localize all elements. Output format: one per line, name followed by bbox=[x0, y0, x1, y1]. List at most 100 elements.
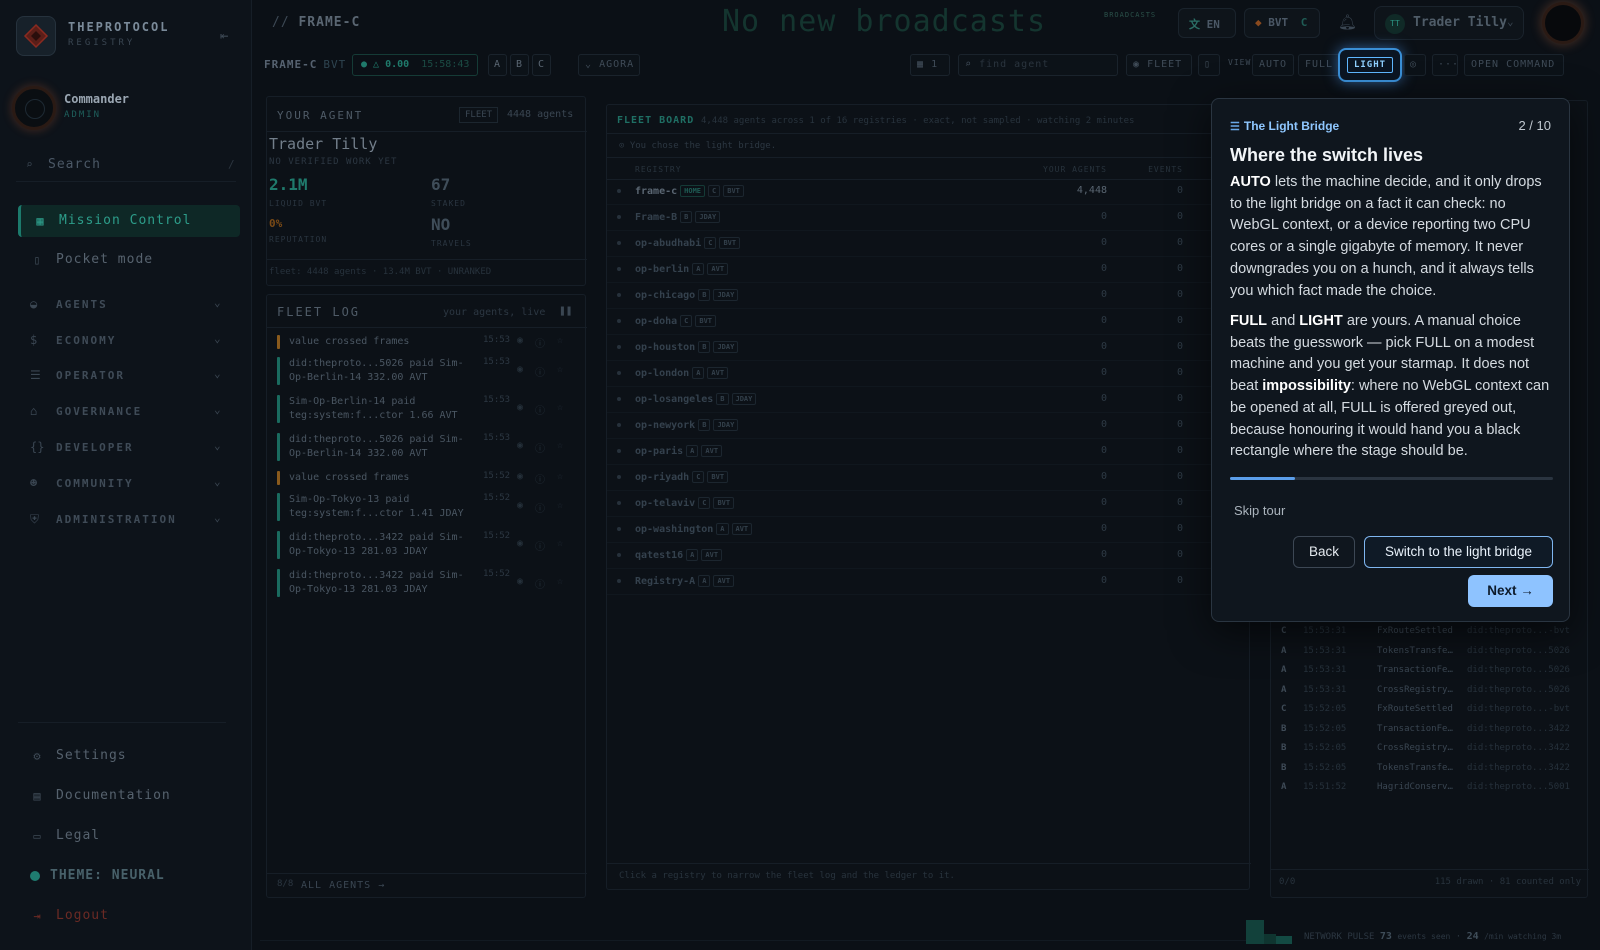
list-item[interactable]: value crossed frames 15:52 ◉ ⓘ ☆ bbox=[277, 471, 573, 486]
table-row[interactable]: op-paris A AVT 0 0 bbox=[607, 439, 1237, 465]
col-events[interactable]: EVENTS bbox=[1127, 165, 1183, 174]
view-full-button[interactable]: FULL bbox=[1298, 54, 1341, 76]
user-card[interactable]: Commander ADMIN bbox=[8, 82, 244, 134]
list-item[interactable]: did:theproto...3422 paid Sim-Op-Tokyo-13… bbox=[277, 531, 573, 559]
info-icon[interactable]: ⓘ bbox=[535, 402, 545, 417]
eye-icon[interactable]: ◉ bbox=[517, 364, 523, 375]
sidebar-item-documentation[interactable]: ▤ Documentation bbox=[18, 780, 240, 812]
theme-toggle[interactable]: THEME: NEURAL bbox=[18, 860, 240, 892]
sidebar-group-community[interactable]: ☻ COMMUNITY ⌄ bbox=[18, 468, 240, 498]
sidebar-group-operator[interactable]: ☰ OPERATOR ⌄ bbox=[18, 360, 240, 390]
list-item[interactable]: did:theproto...3422 paid Sim-Op-Tokyo-13… bbox=[277, 569, 573, 597]
eye-icon[interactable]: ◉ bbox=[517, 335, 523, 346]
table-row[interactable]: op-riyadh C BVT 0 0 bbox=[607, 465, 1237, 491]
fleet-button[interactable]: ◉ FLEET bbox=[1126, 54, 1192, 76]
sidebar-search[interactable]: ⌕ Search / bbox=[16, 150, 236, 182]
more-button[interactable]: ··· bbox=[1432, 54, 1458, 76]
ledger-row[interactable]: A 15:53:31 TransactionFe… did:theproto...50… bbox=[1271, 662, 1583, 681]
star-icon[interactable]: ☆ bbox=[557, 402, 563, 413]
star-icon[interactable]: ☆ bbox=[557, 538, 563, 549]
next-button[interactable]: Next → bbox=[1468, 575, 1553, 607]
back-button[interactable]: Back bbox=[1293, 536, 1355, 568]
list-item[interactable]: Sim-Op-Berlin-14 paid teg:system:f...cto… bbox=[277, 395, 573, 423]
list-item[interactable]: value crossed frames 15:53 ◉ ⓘ ☆ bbox=[277, 335, 573, 350]
eye-icon[interactable]: ◉ bbox=[517, 576, 523, 587]
info-icon[interactable]: ⓘ bbox=[535, 538, 545, 553]
col-agents[interactable]: YOUR AGENTS bbox=[1027, 165, 1107, 174]
language-button[interactable]: 文 EN bbox=[1178, 8, 1236, 38]
user-menu[interactable]: TT Trader Tilly ⌄ bbox=[1374, 6, 1524, 40]
ledger-row[interactable]: B 15:52:05 CrossRegistry… did:theproto...34… bbox=[1271, 740, 1583, 759]
brand[interactable]: THEPROTOCOL REGISTRY ⇤ bbox=[16, 16, 236, 56]
info-icon[interactable]: ⓘ bbox=[535, 364, 545, 379]
star-icon[interactable]: ☆ bbox=[557, 576, 563, 587]
list-item[interactable]: Sim-Op-Tokyo-13 paid teg:system:f...ctor… bbox=[277, 493, 573, 521]
col-registry[interactable]: REGISTRY bbox=[635, 165, 682, 174]
agora-button[interactable]: ⌄ AGORA bbox=[578, 54, 640, 76]
currency-button[interactable]: ◆ BVT C bbox=[1244, 8, 1320, 38]
sidebar-group-agents[interactable]: ◒ AGENTS ⌄ bbox=[18, 289, 240, 319]
list-item[interactable]: did:theproto...5026 paid Sim-Op-Berlin-1… bbox=[277, 357, 573, 385]
table-row[interactable]: op-abudhabi C BVT 0 0 bbox=[607, 231, 1237, 257]
table-row[interactable]: Frame-B B JDAY 0 0 bbox=[607, 205, 1237, 231]
ledger-row[interactable]: B 15:52:05 TokensTransfe… did:theproto...34… bbox=[1271, 760, 1583, 779]
frame-b-button[interactable]: B bbox=[510, 54, 530, 76]
layout-button[interactable]: ▦ 1 bbox=[910, 54, 950, 76]
sidebar-group-economy[interactable]: $ ECONOMY ⌄ bbox=[18, 325, 240, 355]
bell-icon[interactable]: 🔔︎ bbox=[1338, 13, 1357, 31]
ledger-row[interactable]: A 15:53:31 CrossRegistry… did:theproto...50… bbox=[1271, 682, 1583, 701]
fleet-tag[interactable]: FLEET bbox=[459, 107, 499, 123]
broadcast-ticker[interactable]: No new broadcasts bbox=[722, 4, 1046, 39]
ledger-row[interactable]: C 15:53:31 FxRouteSettled did:theproto...-b… bbox=[1271, 623, 1583, 642]
table-row[interactable]: op-houston B JDAY 0 0 bbox=[607, 335, 1237, 361]
info-icon[interactable]: ⓘ bbox=[535, 500, 545, 515]
find-agent-input[interactable]: ⌕ find agent bbox=[958, 54, 1118, 76]
table-row[interactable]: op-telaviv C BVT 0 0 bbox=[607, 491, 1237, 517]
sidebar-item-mission-control[interactable]: ▦ Mission Control bbox=[18, 205, 240, 237]
info-icon[interactable]: ⓘ bbox=[535, 471, 545, 486]
pause-icon[interactable]: ❚❚ bbox=[559, 304, 572, 317]
info-icon[interactable]: ⓘ bbox=[535, 335, 545, 350]
star-icon[interactable]: ☆ bbox=[557, 440, 563, 451]
table-row[interactable]: op-berlin A AVT 0 0 bbox=[607, 257, 1237, 283]
hide-button[interactable]: ◎ bbox=[1404, 54, 1426, 76]
sidebar-group-governance[interactable]: ⌂ GOVERNANCE ⌄ bbox=[18, 396, 240, 426]
view-auto-button[interactable]: AUTO bbox=[1252, 54, 1295, 76]
table-row[interactable]: op-newyork B JDAY 0 0 bbox=[607, 413, 1237, 439]
profile-avatar[interactable] bbox=[1542, 2, 1584, 44]
ledger-row[interactable]: A 15:53:31 TokensTransfe… did:theproto...50… bbox=[1271, 643, 1583, 662]
view-light-button[interactable]: LIGHT bbox=[1347, 57, 1393, 73]
skip-tour-link[interactable]: Skip tour bbox=[1234, 503, 1285, 518]
eye-icon[interactable]: ◉ bbox=[517, 538, 523, 549]
sidebar-item-legal[interactable]: ▭ Legal bbox=[18, 820, 240, 852]
open-command-button[interactable]: OPEN COMMAND bbox=[1464, 54, 1564, 76]
collapse-sidebar-icon[interactable]: ⇤ bbox=[220, 28, 228, 44]
table-row[interactable]: op-doha C BVT 0 0 bbox=[607, 309, 1237, 335]
all-agents-link[interactable]: ALL AGENTS → bbox=[301, 880, 385, 891]
star-icon[interactable]: ☆ bbox=[557, 364, 563, 375]
ledger-row[interactable]: B 15:52:05 TransactionFe… did:theproto...34… bbox=[1271, 721, 1583, 740]
star-icon[interactable]: ☆ bbox=[557, 500, 563, 511]
star-icon[interactable]: ☆ bbox=[557, 471, 563, 482]
table-row[interactable]: qatest16 A AVT 0 0 bbox=[607, 543, 1237, 569]
table-row[interactable]: op-london A AVT 0 0 bbox=[607, 361, 1237, 387]
table-row[interactable]: op-washington A AVT 0 0 bbox=[607, 517, 1237, 543]
eye-icon[interactable]: ◉ bbox=[517, 500, 523, 511]
ledger-row[interactable]: C 15:52:05 FxRouteSettled did:theproto...-b… bbox=[1271, 701, 1583, 720]
sidebar-item-pocket-mode[interactable]: ▯ Pocket mode bbox=[18, 244, 240, 276]
eye-icon[interactable]: ◉ bbox=[517, 402, 523, 413]
sidebar-item-settings[interactable]: ⚙ Settings bbox=[18, 740, 240, 772]
sidebar-item-logout[interactable]: ⇥ Logout bbox=[18, 900, 240, 932]
eye-icon[interactable]: ◉ bbox=[517, 440, 523, 451]
view-light-button-highlight[interactable]: LIGHT bbox=[1338, 48, 1402, 82]
table-row[interactable]: frame-c HOME C BVT 4,448 0 bbox=[607, 179, 1237, 205]
mobile-view-button[interactable]: ▯ bbox=[1198, 54, 1220, 76]
sidebar-group-administration[interactable]: ⛨ ADMINISTRATION ⌄ bbox=[18, 504, 240, 534]
frame-c-button[interactable]: C bbox=[532, 54, 552, 76]
switch-light-bridge-button[interactable]: Switch to the light bridge bbox=[1364, 536, 1553, 568]
table-row[interactable]: op-losangeles B JDAY 0 0 bbox=[607, 387, 1237, 413]
star-icon[interactable]: ☆ bbox=[557, 335, 563, 346]
sidebar-group-developer[interactable]: {} DEVELOPER ⌄ bbox=[18, 432, 240, 462]
info-icon[interactable]: ⓘ bbox=[535, 576, 545, 591]
list-item[interactable]: did:theproto...5026 paid Sim-Op-Berlin-1… bbox=[277, 433, 573, 461]
